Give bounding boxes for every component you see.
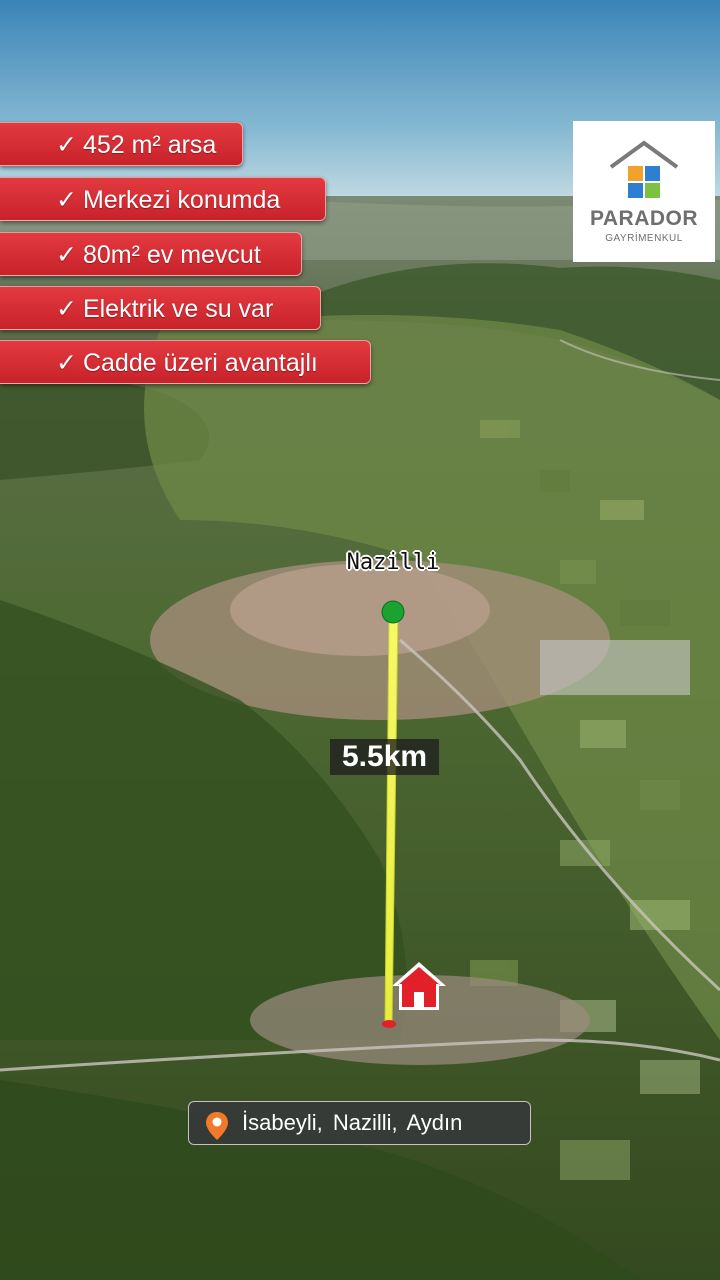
feature-badge: ✓ Cadde üzeri avantajlı <box>0 340 371 384</box>
feature-text: Cadde üzeri avantajlı <box>82 349 318 377</box>
check-icon: ✓ <box>56 295 77 323</box>
location-label: İsabeyli, Nazilli, Aydın <box>242 1110 463 1135</box>
distance-label: 5.5km <box>330 739 440 775</box>
feature-badge: ✓ 452 m² arsa <box>0 122 243 166</box>
city-marker-dot <box>381 600 405 624</box>
feature-text: Elektrik ve su var <box>82 295 274 323</box>
feature-text: 452 m² arsa <box>82 131 217 159</box>
logo-house-icon <box>609 140 679 198</box>
feature-badge: ✓ Merkezi konumda <box>0 177 326 221</box>
brand-subtitle: GAYRİMENKUL <box>605 233 683 244</box>
location-pin-icon <box>206 1112 228 1140</box>
start-marker <box>382 1020 396 1028</box>
check-icon: ✓ <box>56 349 77 377</box>
feature-text: 80m² ev mevcut <box>82 241 261 269</box>
check-icon: ✓ <box>56 186 77 214</box>
feature-badge: ✓ Elektrik ve su var <box>0 286 321 330</box>
city-label: Nazilli <box>346 550 440 575</box>
check-icon: ✓ <box>56 241 77 269</box>
brand-name: PARADOR <box>589 207 699 230</box>
brand-logo: PARADOR GAYRİMENKUL <box>573 121 715 262</box>
feature-text: Merkezi konumda <box>82 186 281 214</box>
feature-badge: ✓ 80m² ev mevcut <box>0 232 302 276</box>
check-icon: ✓ <box>56 131 77 159</box>
location-bar[interactable]: İsabeyli, Nazilli, Aydın <box>188 1101 531 1145</box>
